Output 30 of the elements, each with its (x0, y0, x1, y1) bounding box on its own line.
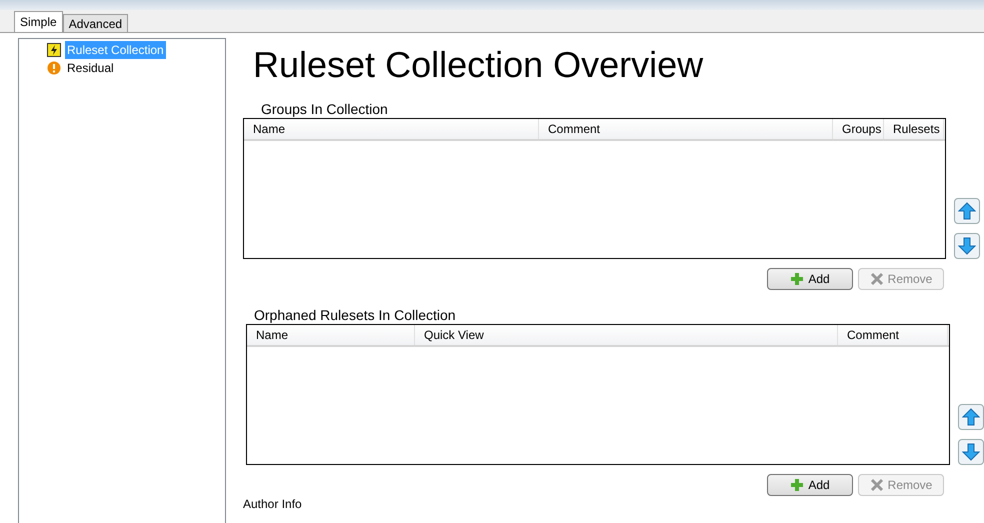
column-header[interactable]: Rulesets (884, 119, 944, 139)
column-header[interactable]: Comment (539, 119, 833, 139)
move-up-button[interactable] (958, 404, 984, 430)
add-button[interactable]: Add (767, 474, 853, 496)
x-icon (870, 478, 884, 492)
tab[interactable]: Advanced (62, 14, 128, 32)
section-label: Orphaned Rulesets In Collection (254, 306, 457, 324)
column-header[interactable]: Groups (833, 119, 884, 139)
tree-item[interactable]: Residual (65, 59, 116, 77)
tab[interactable]: Simple (14, 11, 63, 32)
arrow-up-icon (962, 408, 980, 426)
column-header[interactable]: Name (247, 325, 415, 345)
x-icon (870, 272, 884, 286)
column-header[interactable]: Comment (838, 325, 948, 345)
plus-icon (790, 272, 804, 286)
move-down-button[interactable] (958, 439, 984, 465)
add-button[interactable]: Add (767, 268, 853, 290)
column-header[interactable]: Name (244, 119, 539, 139)
move-up-button[interactable] (954, 198, 980, 224)
section-label: Author Info (243, 497, 303, 511)
arrow-down-icon (958, 237, 976, 255)
section-label: Groups In Collection (261, 100, 389, 118)
plus-icon (790, 478, 804, 492)
page-title: Ruleset Collection Overview (253, 44, 704, 86)
arrow-down-icon (962, 443, 980, 461)
column-header[interactable]: Quick View (415, 325, 838, 345)
warning-icon (47, 61, 61, 75)
lightning-icon (47, 43, 61, 57)
arrow-up-icon (958, 202, 976, 220)
move-down-button[interactable] (954, 233, 980, 259)
